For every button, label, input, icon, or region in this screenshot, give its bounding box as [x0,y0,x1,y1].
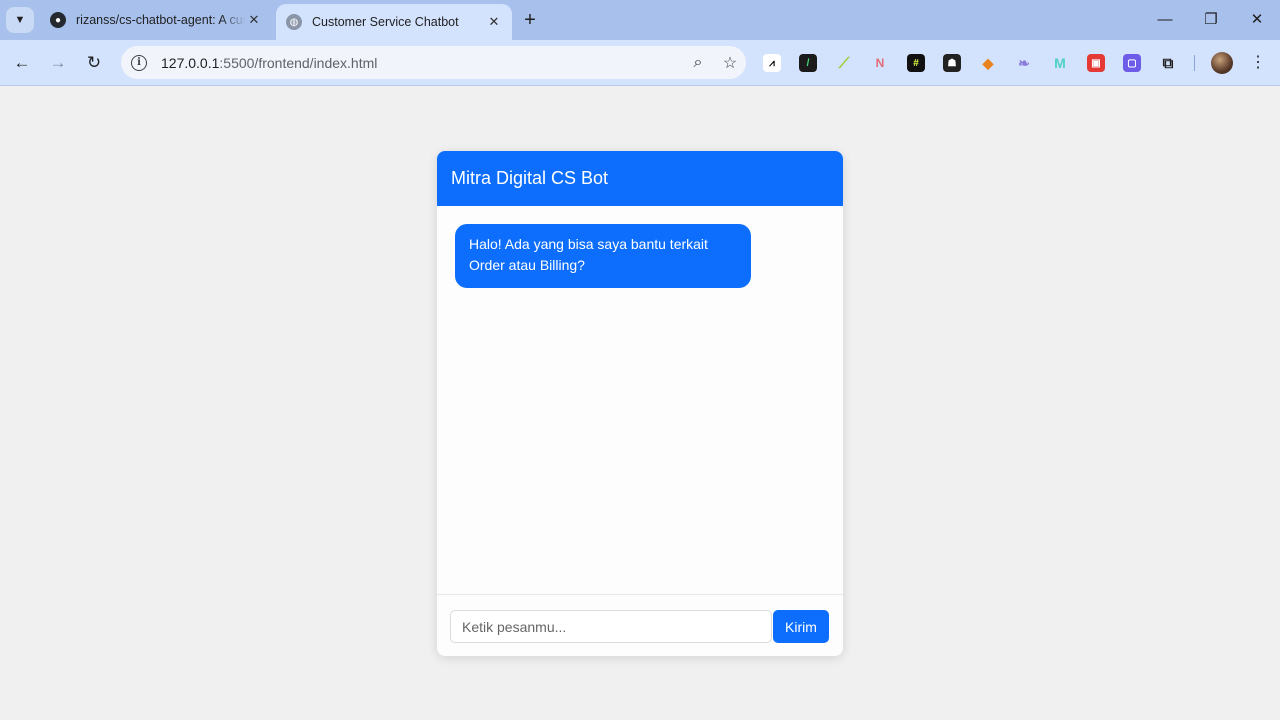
send-button[interactable]: Kirim [773,610,829,643]
close-icon[interactable]: ✕ [486,14,502,30]
m-icon[interactable]: M [1051,54,1069,72]
toolbar-divider [1194,55,1195,71]
hashtag-icon[interactable]: # [907,54,925,72]
back-icon[interactable]: ← [10,51,34,75]
ghost-icon[interactable]: ☗ [943,54,961,72]
chat-input-bar: Kirim [437,594,843,656]
square-icon[interactable]: ▢ [1123,54,1141,72]
metamask-icon[interactable]: ◆ [979,54,997,72]
tab-github[interactable]: ● rizanss/cs-chatbot-agent: A cus ✕ [40,5,272,35]
feather-icon[interactable]: ❧ [1015,54,1033,72]
address-bar[interactable]: i 127.0.0.1:5500/frontend/index.html ⌕ ☆ [121,46,746,79]
tab-search-button[interactable]: ▼ [6,7,34,33]
tab-title: rizanss/cs-chatbot-agent: A cus [76,13,246,27]
leaf-icon[interactable]: ⟋ [835,54,853,72]
forward-icon[interactable]: → [46,51,70,75]
window-close-icon[interactable]: ✕ [1245,8,1269,32]
tab-strip: ▼ ● rizanss/cs-chatbot-agent: A cus ✕ ◍ … [0,0,1280,40]
chat-header: Mitra Digital CS Bot [437,151,843,206]
restore-icon[interactable]: ❐ [1199,8,1223,32]
chat-container: Mitra Digital CS Bot Halo! Ada yang bisa… [437,151,843,656]
tab-customer-service[interactable]: ◍ Customer Service Chatbot ✕ [276,4,512,40]
lock-icon[interactable]: ▣ [1087,54,1105,72]
close-icon[interactable]: ✕ [246,12,262,28]
terminal-icon[interactable]: / [799,54,817,72]
minimize-icon[interactable]: — [1153,8,1177,32]
url-text[interactable]: 127.0.0.1:5500/frontend/index.html [161,55,682,71]
zoom-icon[interactable]: ⌕ [682,54,714,72]
message-input[interactable] [450,610,772,643]
tab-title: Customer Service Chatbot [312,15,459,29]
new-tab-button[interactable]: + [519,9,541,31]
n8n-icon[interactable]: N [871,54,889,72]
activity-icon[interactable]: ⩘ [763,54,781,72]
globe-icon: ◍ [286,14,302,30]
puzzle-icon[interactable]: ⧉ [1159,54,1177,72]
site-info-icon[interactable]: i [131,54,147,71]
chevron-down-icon: ▼ [14,14,26,26]
chat-messages[interactable]: Halo! Ada yang bisa saya bantu terkait O… [437,206,843,594]
reload-icon[interactable]: ↻ [82,51,106,75]
bookmark-star-icon[interactable]: ☆ [714,53,746,73]
chat-title: Mitra Digital CS Bot [451,168,609,188]
github-icon: ● [50,12,66,28]
avatar[interactable] [1211,52,1233,74]
page-content: Mitra Digital CS Bot Halo! Ada yang bisa… [0,86,1280,720]
menu-icon[interactable]: ⋮ [1250,52,1266,74]
bot-message: Halo! Ada yang bisa saya bantu terkait O… [455,224,751,288]
